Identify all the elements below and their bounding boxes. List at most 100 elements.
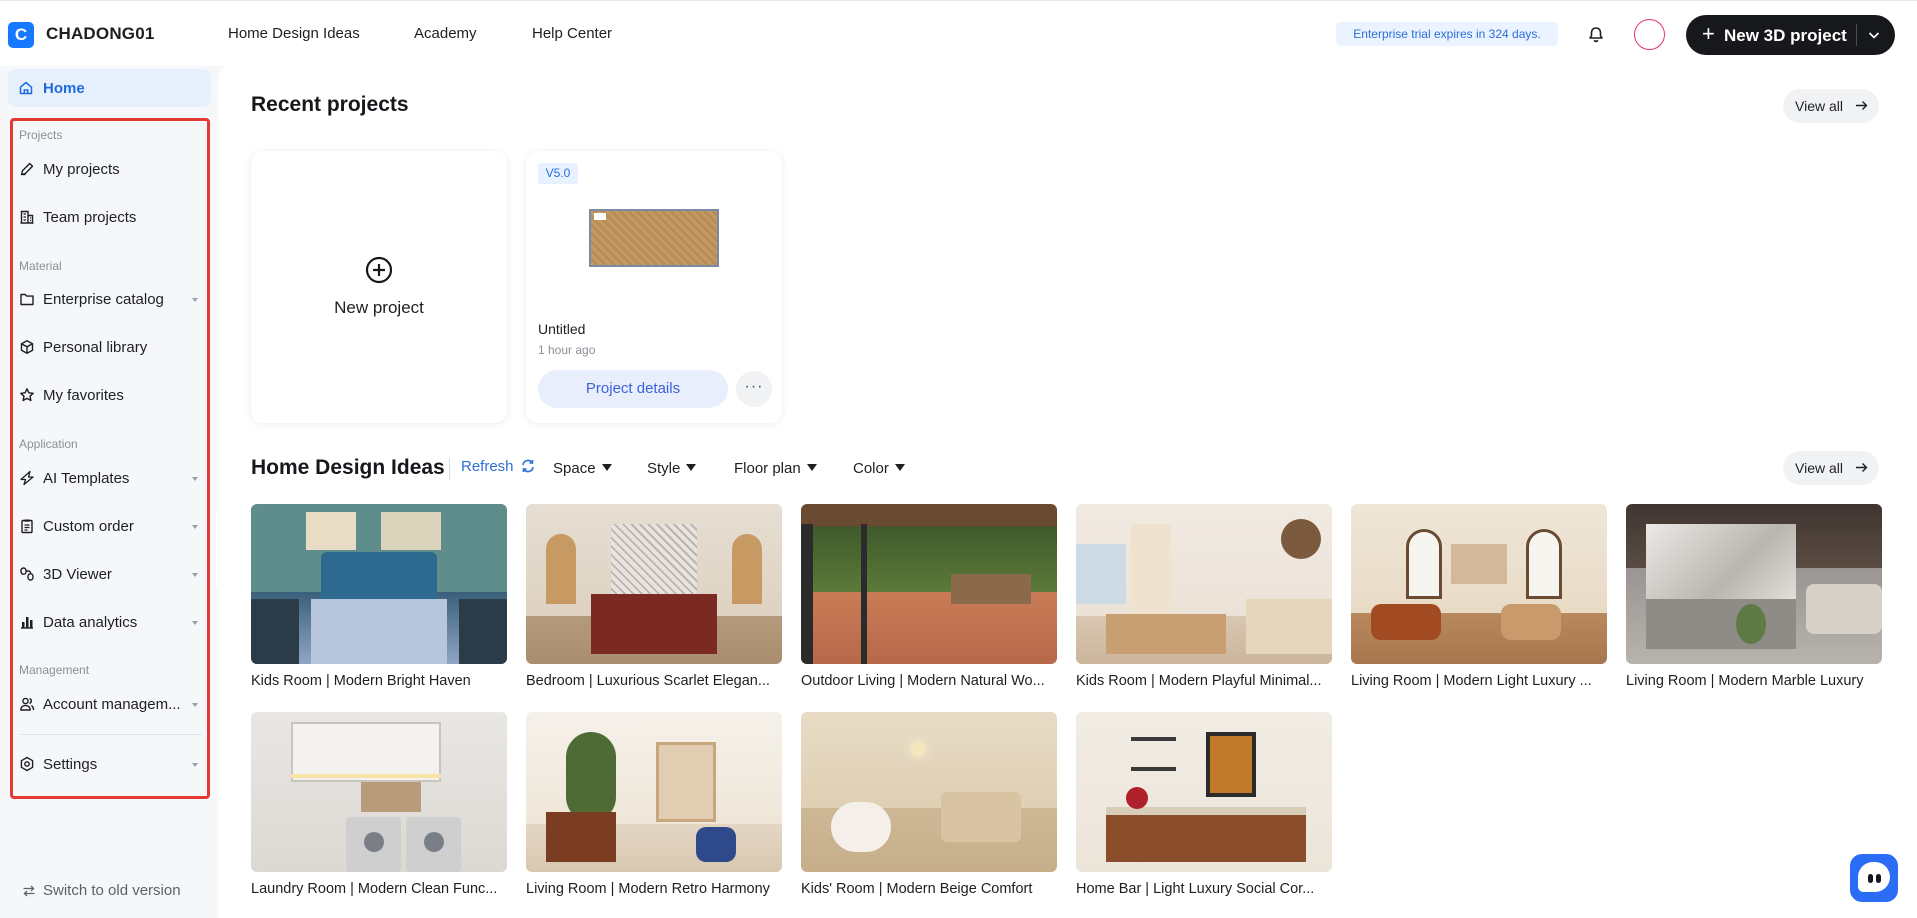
design-idea-image[interactable]: [1626, 504, 1882, 664]
top-bar: C CHADONG01 Home Design Ideas Academy He…: [0, 0, 1917, 66]
project-timestamp: 1 hour ago: [538, 343, 596, 357]
sidebar-item-label: My projects: [43, 161, 120, 178]
recent-view-all-button[interactable]: View all: [1783, 89, 1879, 123]
ideas-view-all-button[interactable]: View all: [1783, 451, 1879, 485]
filter-style-dropdown[interactable]: Style: [647, 460, 697, 477]
design-idea-card[interactable]: Laundry Room | Modern Clean Func...: [251, 712, 507, 897]
workspace-logo[interactable]: C: [8, 22, 34, 48]
lightning-icon: [19, 470, 35, 486]
sidebar-item-home[interactable]: Home: [8, 69, 211, 107]
filter-space-dropdown[interactable]: Space: [553, 460, 612, 477]
design-idea-card[interactable]: Outdoor Living | Modern Natural Wo...: [801, 504, 1057, 689]
sidebar-item-label: Settings: [43, 756, 98, 773]
design-idea-title: Kids Room | Modern Playful Minimal...: [1076, 673, 1322, 689]
button-divider: [1856, 24, 1857, 46]
chat-assistant-button[interactable]: [1850, 854, 1898, 902]
section-label-application: Application: [19, 437, 78, 451]
design-idea-card[interactable]: Kids' Room | Modern Beige Comfort: [801, 712, 1057, 897]
workspace-name[interactable]: CHADONG01: [46, 24, 155, 44]
refresh-label: Refresh: [461, 458, 514, 475]
plus-circle-icon: [365, 256, 393, 284]
design-idea-card[interactable]: Living Room | Modern Marble Luxury: [1626, 504, 1882, 689]
recent-projects-title: Recent projects: [251, 93, 409, 116]
sidebar-item-my-projects[interactable]: My projects: [19, 156, 204, 184]
plus-icon: +: [1702, 21, 1715, 46]
design-idea-image[interactable]: [801, 712, 1057, 872]
switch-arrows-icon: [22, 884, 36, 902]
dropdown-arrow-icon[interactable]: [192, 477, 198, 481]
more-options-button[interactable]: ···: [736, 371, 772, 407]
dropdown-arrow-icon[interactable]: [192, 298, 198, 302]
caret-down-icon: [806, 464, 817, 471]
sidebar-item-settings[interactable]: Settings: [19, 751, 204, 779]
chatbot-eye: [1868, 874, 1873, 883]
design-idea-image[interactable]: [1351, 504, 1607, 664]
sidebar-item-ai-templates[interactable]: AI Templates: [19, 465, 204, 493]
user-avatar[interactable]: [1634, 19, 1665, 50]
new-3d-project-label: New 3D project: [1724, 26, 1847, 45]
home-icon: [18, 80, 34, 101]
notification-bell-icon[interactable]: [1584, 23, 1608, 47]
dropdown-arrow-icon[interactable]: [192, 621, 198, 625]
design-idea-image[interactable]: [526, 712, 782, 872]
sidebar-item-team-projects[interactable]: Team projects: [19, 204, 204, 232]
design-idea-card[interactable]: Living Room | Modern Retro Harmony: [526, 712, 782, 897]
filter-color-dropdown[interactable]: Color: [853, 460, 905, 477]
sidebar-item-label: My favorites: [43, 387, 124, 404]
sidebar-item-personal-library[interactable]: Personal library: [19, 334, 204, 362]
viewer-icon: [19, 566, 35, 582]
new-3d-project-button[interactable]: + New 3D project: [1686, 15, 1895, 55]
design-idea-image[interactable]: [1076, 712, 1332, 872]
design-idea-image[interactable]: [1076, 504, 1332, 664]
sidebar-item-my-favorites[interactable]: My favorites: [19, 382, 204, 410]
view-all-label: View all: [1795, 98, 1843, 114]
sidebar-item-label: Enterprise catalog: [43, 291, 164, 308]
building-icon: [19, 209, 35, 225]
filter-label: Style: [647, 460, 681, 477]
design-idea-image[interactable]: [251, 712, 507, 872]
design-idea-image[interactable]: [251, 504, 507, 664]
project-thumbnail[interactable]: [589, 209, 719, 267]
chatbot-eye: [1876, 874, 1881, 883]
nav-help-center[interactable]: Help Center: [532, 25, 612, 42]
dropdown-arrow-icon[interactable]: [192, 763, 198, 767]
design-idea-title: Outdoor Living | Modern Natural Wo...: [801, 673, 1045, 689]
clipboard-icon: [19, 518, 35, 534]
design-idea-card[interactable]: Living Room | Modern Light Luxury ...: [1351, 504, 1607, 689]
dropdown-arrow-icon[interactable]: [192, 573, 198, 577]
gear-icon: [19, 756, 35, 772]
new-project-card[interactable]: New project: [251, 151, 507, 423]
sidebar: Home Projects My projects Team projects …: [0, 66, 218, 918]
dropdown-arrow-icon[interactable]: [192, 703, 198, 707]
caret-down-icon: [686, 464, 697, 471]
design-idea-card[interactable]: Bedroom | Luxurious Scarlet Elegan...: [526, 504, 782, 689]
sidebar-item-enterprise-catalog[interactable]: Enterprise catalog: [19, 286, 204, 314]
view-all-label: View all: [1795, 460, 1843, 476]
section-label-material: Material: [19, 259, 62, 273]
trial-banner[interactable]: Enterprise trial expires in 324 days.: [1336, 22, 1558, 46]
sidebar-item-custom-order[interactable]: Custom order: [19, 513, 204, 541]
sidebar-divider: [19, 734, 202, 735]
nav-home-design-ideas[interactable]: Home Design Ideas: [228, 25, 360, 42]
project-details-button[interactable]: Project details: [538, 370, 728, 408]
filter-label: Space: [553, 460, 596, 477]
sidebar-item-label: Data analytics: [43, 614, 138, 631]
dropdown-arrow-icon[interactable]: [192, 525, 198, 529]
filter-floor-plan-dropdown[interactable]: Floor plan: [734, 460, 817, 477]
design-idea-card[interactable]: Kids Room | Modern Bright Haven: [251, 504, 507, 689]
sidebar-item-3d-viewer[interactable]: 3D Viewer: [19, 561, 204, 589]
thumbnail-tag: [594, 213, 606, 220]
sidebar-item-data-analytics[interactable]: Data analytics: [19, 609, 204, 637]
chevron-down-icon[interactable]: [1866, 27, 1882, 43]
project-card[interactable]: V5.0 Untitled 1 hour ago Project details…: [526, 151, 782, 423]
refresh-button[interactable]: Refresh: [461, 458, 535, 477]
design-idea-image[interactable]: [526, 504, 782, 664]
design-idea-image[interactable]: [801, 504, 1057, 664]
design-idea-card[interactable]: Kids Room | Modern Playful Minimal...: [1076, 504, 1332, 689]
nav-academy[interactable]: Academy: [414, 25, 477, 42]
sidebar-item-account-management[interactable]: Account managem...: [19, 691, 204, 719]
refresh-icon: [521, 459, 535, 477]
sidebar-item-label: Account managem...: [43, 696, 181, 713]
folder-icon: [19, 291, 35, 307]
design-idea-card[interactable]: Home Bar | Light Luxury Social Cor...: [1076, 712, 1332, 897]
